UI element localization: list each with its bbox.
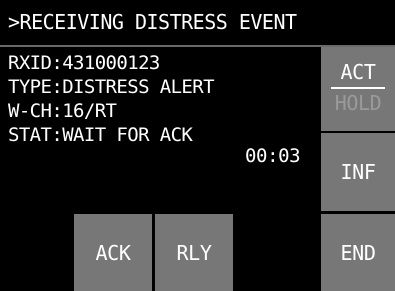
hold-label: HOLD <box>334 90 382 115</box>
elapsed-timer: 00:03 <box>245 145 301 167</box>
end-button[interactable]: END <box>321 214 395 291</box>
working-channel-line: W-CH:16/RT <box>8 100 117 122</box>
rly-label: RLY <box>176 240 212 265</box>
act-hold-button[interactable]: ACT HOLD <box>321 47 395 131</box>
rly-button[interactable]: RLY <box>155 214 233 291</box>
ack-button[interactable]: ACK <box>74 214 152 291</box>
status-line: STAT:WAIT FOR ACK <box>8 124 193 146</box>
inf-label: INF <box>340 160 376 184</box>
end-label: END <box>340 240 376 265</box>
ack-label: ACK <box>95 240 131 265</box>
inf-button[interactable]: INF <box>321 133 395 211</box>
type-line: TYPE:DISTRESS ALERT <box>8 76 215 98</box>
distress-screen: >RECEIVING DISTRESS EVENT RXID:431000123… <box>0 0 395 291</box>
rxid-line: RXID:431000123 <box>8 52 160 74</box>
act-hold-divider <box>331 86 385 89</box>
screen-title: >RECEIVING DISTRESS EVENT <box>8 10 297 34</box>
act-label: ACT <box>340 59 376 84</box>
title-bar: >RECEIVING DISTRESS EVENT <box>0 0 395 47</box>
